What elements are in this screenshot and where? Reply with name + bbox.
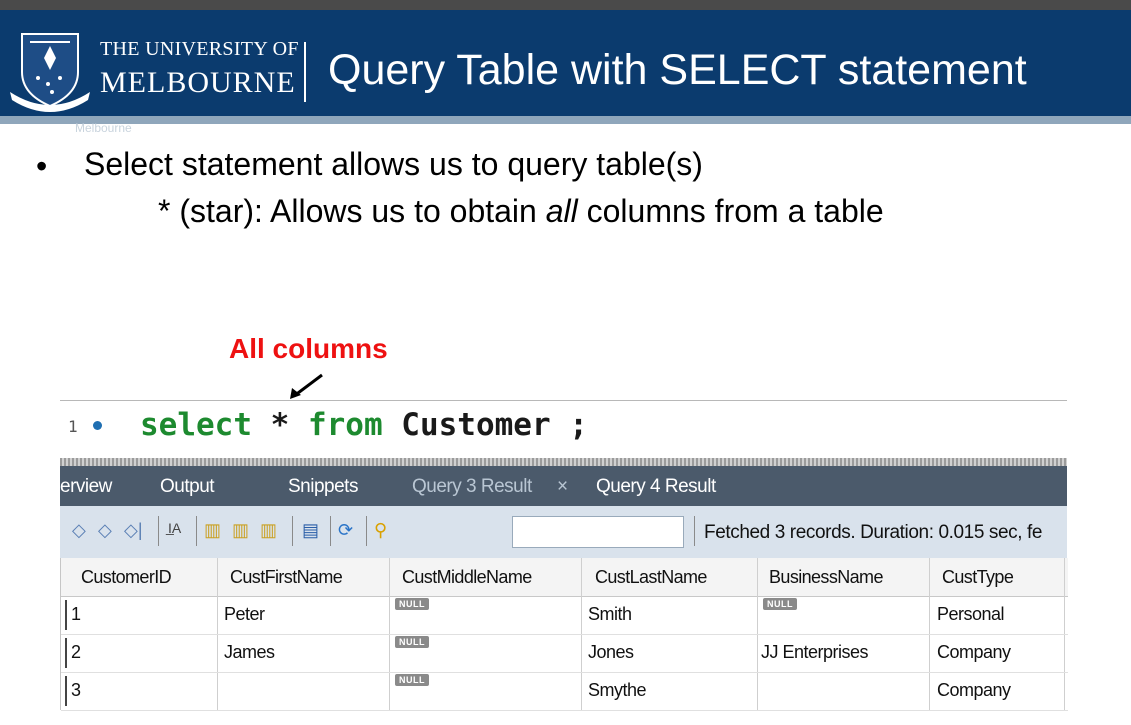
toolbar-separator [694,516,695,546]
cell-last[interactable]: Smythe [588,680,647,701]
refresh-icon[interactable]: ⟳ [338,520,353,541]
columns-icon[interactable]: ▥ [260,520,277,541]
col-header[interactable]: CustomerID [81,567,172,588]
sub-bullet-text: * (star): Allows us to obtain all column… [158,193,884,230]
col-header[interactable]: BusinessName [769,567,883,588]
table-row[interactable]: 3 NULL Smythe Company [61,672,1068,711]
university-crest-icon [10,33,90,112]
sub-suffix: columns from a table [577,193,884,229]
tab-query-4-result[interactable]: Query 4 Result [596,476,716,498]
top-strip [0,0,1131,10]
text-format-icon[interactable]: I̲A [168,520,181,536]
table-row[interactable]: 2 James NULL Jones JJ Enterprises Compan… [61,634,1068,673]
line-number: 1 [68,417,78,436]
null-badge[interactable]: NULL [763,598,797,610]
sub-prefix: * (star): Allows us to obtain [158,193,546,229]
ghost-text: Melbourne [75,121,132,135]
cell-last[interactable]: Smith [588,604,632,625]
cell-last[interactable]: Jones [588,642,634,663]
sub-italic: all [545,193,578,229]
null-badge[interactable]: NULL [395,636,429,648]
bullet-marker: • [36,148,48,184]
cell-id[interactable]: 3 [71,680,81,701]
fetch-status: Fetched 3 records. Duration: 0.015 sec, … [704,522,1043,543]
first-record-icon[interactable]: ◇ [72,520,86,541]
prev-record-icon[interactable]: ◇ [98,520,112,541]
cell-business[interactable]: JJ Enterprises [761,642,869,663]
kw-from: from [307,407,383,443]
null-badge[interactable]: NULL [395,598,429,610]
all-columns-annotation: All columns [229,333,388,364]
university-line-1: THE UNIVERSITY OF [100,38,299,60]
toolbar-separator [196,516,197,546]
tab-output[interactable]: Output [160,476,215,498]
grid-header-row: CustomerID CustFirstName CustMiddleName … [61,558,1068,597]
result-tab-bar: erview Output Snippets Query 3 Result × … [60,466,1067,506]
toolbar-separator [366,516,367,546]
cell-type[interactable]: Personal [937,604,1005,625]
breakpoint-dot-icon [93,421,102,430]
cell-first[interactable]: James [224,642,275,663]
sql-code-line[interactable]: select * from Customer ; [140,407,588,443]
result-grid[interactable]: CustomerID CustFirstName CustMiddleName … [60,558,1068,711]
search-icon[interactable]: ⚲ [374,520,387,541]
col-header[interactable]: CustFirstName [230,567,343,588]
table-row[interactable]: 1 Peter NULL Smith NULL Personal [61,596,1068,635]
cell-type[interactable]: Company [937,680,1011,701]
row-marker [65,638,67,668]
close-tab-icon[interactable]: × [557,476,568,498]
toolbar-separator [158,516,159,546]
table-token: Customer ; [382,407,588,443]
export-icon[interactable]: ▤ [302,520,319,541]
tab-overview[interactable]: erview [60,476,112,498]
filter-input[interactable] [512,516,684,548]
university-line-2: MELBOURNE [100,66,296,99]
tab-query-3-result[interactable]: Query 3 Result [412,476,532,498]
slide-header: THE UNIVERSITY OF MELBOURNE Query Table … [0,10,1131,116]
toolbar-separator [330,516,331,546]
header-divider [304,42,306,102]
splitter-handle[interactable] [60,458,1067,466]
cell-first[interactable]: Peter [224,604,265,625]
col-header[interactable]: CustMiddleName [402,567,532,588]
last-record-icon[interactable]: ◇| [124,520,143,541]
kw-select: select [140,407,252,443]
col-header[interactable]: CustType [942,567,1014,588]
cell-id[interactable]: 1 [71,604,81,625]
delete-row-icon[interactable]: ▥ [232,520,249,541]
star-token: * [251,407,308,443]
cell-type[interactable]: Company [937,642,1011,663]
row-marker [65,600,67,630]
bullet-text: Select statement allows us to query tabl… [84,146,703,182]
header-underline [0,116,1131,124]
col-header[interactable]: CustLastName [595,567,707,588]
row-marker [65,676,67,706]
cell-id[interactable]: 2 [71,642,81,663]
insert-row-icon[interactable]: ▥ [204,520,221,541]
null-badge[interactable]: NULL [395,674,429,686]
annotation-arrow-icon [290,373,323,399]
result-toolbar: ◇ ◇ ◇| I̲A ▥ ▥ ▥ ▤ ⟳ ⚲ Fetched 3 records… [60,506,1067,558]
toolbar-separator [292,516,293,546]
sql-editor[interactable]: 1 select * from Customer ; [60,400,1067,459]
tab-snippets[interactable]: Snippets [288,476,358,498]
slide-title: Query Table with SELECT statement [328,46,1027,94]
